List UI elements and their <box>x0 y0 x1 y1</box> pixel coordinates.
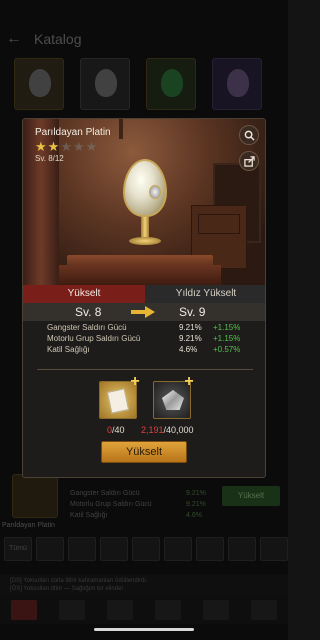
document-icon <box>106 388 130 414</box>
star-empty-icon: ★ <box>60 139 73 154</box>
stat-value: 4.6% <box>179 345 198 354</box>
search-icon <box>244 130 255 141</box>
stat-list: Gangster Saldırı Gücü 9.21% +1.15% Motor… <box>47 323 257 356</box>
material-required: /40 <box>112 425 125 435</box>
stat-label: Katil Sağlığı <box>47 345 90 354</box>
star-rating: ★★★★★ <box>35 139 98 155</box>
current-level: Sv. 8 <box>75 305 102 319</box>
share-button[interactable] <box>239 151 259 171</box>
stat-label: Motorlu Grup Saldırı Gücü <box>47 334 141 343</box>
material-slot-document[interactable]: + <box>99 374 140 419</box>
pedestal <box>59 265 221 285</box>
upgrade-button[interactable]: Yükselt <box>101 441 187 463</box>
stat-value: 9.21% <box>179 323 202 332</box>
tab-upgrade[interactable]: Yükselt <box>23 285 145 303</box>
lamp-decoration <box>119 119 123 139</box>
item-level: Sv. 8/12 <box>35 154 64 163</box>
star-filled-icon: ★ <box>35 139 48 154</box>
material-count: 0/40 <box>107 425 125 435</box>
star-empty-icon: ★ <box>72 139 86 154</box>
plus-icon[interactable]: + <box>128 374 142 390</box>
item-showcase: Parıldayan Platin ★★★★★ Sv. 8/12 <box>23 119 265 285</box>
material-have: 2,191 <box>141 425 164 435</box>
item-name: Parıldayan Platin <box>35 127 111 138</box>
diamond-icon <box>162 390 184 410</box>
home-indicator <box>94 628 194 631</box>
stat-label: Gangster Saldırı Gücü <box>47 323 127 332</box>
tab-star-upgrade[interactable]: Yıldız Yükselt <box>145 285 265 303</box>
next-level: Sv. 9 <box>179 305 206 319</box>
material-count: 2,191/40,000 <box>141 425 194 435</box>
stat-row: Gangster Saldırı Gücü 9.21% +1.15% <box>47 323 257 334</box>
arrow-right-icon <box>131 306 155 318</box>
material-required: /40,000 <box>163 425 194 435</box>
faberge-egg-image <box>115 159 175 259</box>
stat-bonus: +0.57% <box>213 345 241 354</box>
level-progress-row: Sv. 8 Sv. 9 <box>23 303 265 321</box>
plus-icon[interactable]: + <box>182 374 196 390</box>
share-icon <box>243 155 255 167</box>
item-upgrade-modal: Parıldayan Platin ★★★★★ Sv. 8/12 Yükselt… <box>22 118 266 478</box>
stat-row: Motorlu Grup Saldırı Gücü 9.21% +1.15% <box>47 334 257 345</box>
zoom-button[interactable] <box>239 125 259 145</box>
stat-value: 9.21% <box>179 334 202 343</box>
star-filled-icon: ★ <box>47 139 61 154</box>
material-slot-diamond[interactable]: + <box>153 374 194 419</box>
modal-tabs: Yükselt Yıldız Yükselt <box>23 285 265 303</box>
stat-row: Katil Sağlığı 4.6% +0.57% <box>47 345 257 356</box>
stat-bonus: +1.15% <box>213 323 241 332</box>
star-empty-icon: ★ <box>85 139 99 154</box>
divider <box>37 369 253 370</box>
stat-bonus: +1.15% <box>213 334 241 343</box>
